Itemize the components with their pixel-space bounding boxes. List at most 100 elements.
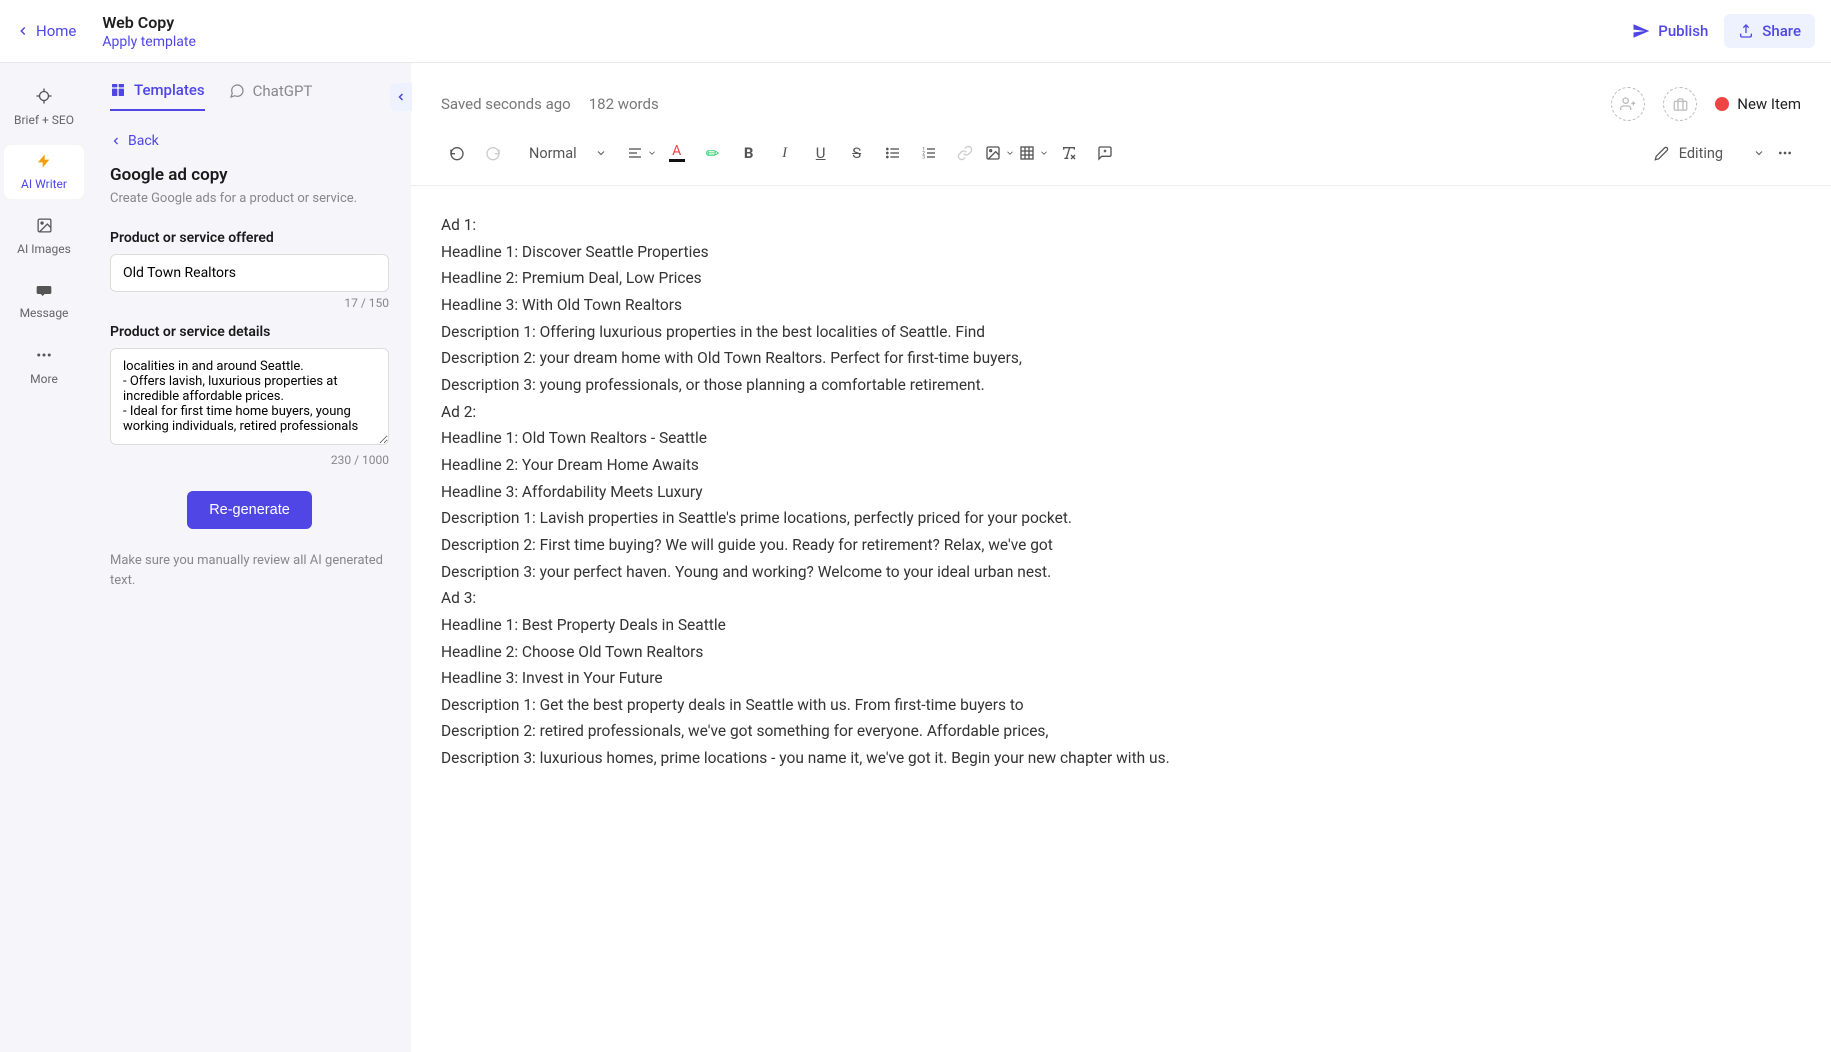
editor-line: Headline 1: Old Town Realtors - Seattle	[441, 425, 1801, 452]
home-link[interactable]: Home	[16, 22, 76, 40]
chevron-down-icon	[1039, 148, 1049, 158]
share-label: Share	[1762, 22, 1801, 40]
highlight-button[interactable]: ✎	[697, 137, 729, 169]
editor-line: Description 3: your perfect haven. Young…	[441, 559, 1801, 586]
toolbar: Normal A ✎ B I U S 123	[411, 135, 1831, 186]
editor-line: Description 3: young professionals, or t…	[441, 372, 1801, 399]
tab-label: ChatGPT	[253, 82, 313, 100]
paragraph-style-label: Normal	[529, 145, 577, 162]
nav-message[interactable]: Message	[4, 274, 84, 328]
chevron-down-icon	[1005, 148, 1015, 158]
nav-ai-images[interactable]: AI Images	[4, 209, 84, 264]
nav-label: AI Writer	[21, 177, 67, 191]
briefcase-icon	[1673, 97, 1688, 112]
editor-line: Headline 3: With Old Town Realtors	[441, 292, 1801, 319]
list-ol-icon: 123	[921, 145, 937, 161]
editor-line: Ad 2:	[441, 399, 1801, 426]
editor-line: Description 2: your dream home with Old …	[441, 345, 1801, 372]
clear-format-icon	[1061, 145, 1077, 161]
chevron-left-icon	[395, 91, 407, 103]
mode-label: Editing	[1679, 145, 1723, 162]
chevron-down-icon	[647, 148, 657, 158]
editor-line: Headline 1: Discover Seattle Properties	[441, 239, 1801, 266]
svg-text:3: 3	[922, 154, 925, 160]
collapse-panel-button[interactable]	[390, 83, 412, 111]
italic-button[interactable]: I	[769, 137, 801, 169]
link-button[interactable]	[949, 137, 981, 169]
text-color-icon: A	[669, 144, 685, 162]
image-insert-button[interactable]	[985, 137, 1015, 169]
underline-icon: U	[816, 144, 826, 162]
image-icon	[985, 145, 1001, 161]
numbered-list-button[interactable]: 123	[913, 137, 945, 169]
chevron-down-icon	[595, 147, 607, 159]
bold-button[interactable]: B	[733, 137, 765, 169]
product-details-counter: 230 / 1000	[110, 453, 389, 467]
product-offered-input[interactable]	[110, 254, 389, 292]
clear-format-button[interactable]	[1053, 137, 1085, 169]
editor-line: Description 3: luxurious homes, prime lo…	[441, 745, 1801, 772]
align-button[interactable]	[627, 137, 657, 169]
tab-templates[interactable]: Templates	[110, 81, 205, 111]
review-note: Make sure you manually review all AI gen…	[110, 551, 389, 590]
apply-template-link[interactable]: Apply template	[102, 34, 1632, 50]
page-title: Web Copy	[102, 13, 1632, 32]
nav-label: More	[30, 372, 58, 386]
editor-line: Description 2: retired professionals, we…	[441, 718, 1801, 745]
tab-chatgpt[interactable]: ChatGPT	[229, 82, 313, 110]
editor-line: Description 2: First time buying? We wil…	[441, 532, 1801, 559]
strikethrough-button[interactable]: S	[841, 137, 873, 169]
nav-more[interactable]: More	[4, 338, 84, 394]
status-chip[interactable]: New Item	[1715, 95, 1801, 113]
nav-ai-writer[interactable]: AI Writer	[4, 145, 84, 199]
upload-icon	[1738, 23, 1754, 39]
word-count: 182 words	[589, 95, 659, 113]
chat-icon	[36, 282, 52, 302]
paragraph-style-select[interactable]: Normal	[513, 145, 623, 162]
align-left-icon	[627, 145, 643, 161]
editor-line: Description 1: Lavish properties in Seat…	[441, 505, 1801, 532]
bullet-list-button[interactable]	[877, 137, 909, 169]
redo-button[interactable]	[477, 137, 509, 169]
undo-icon	[449, 145, 465, 161]
header-actions: Publish Share	[1632, 14, 1815, 48]
product-details-input[interactable]	[110, 348, 389, 445]
publish-button[interactable]: Publish	[1632, 22, 1708, 40]
undo-button[interactable]	[441, 137, 473, 169]
nav-brief-seo[interactable]: Brief + SEO	[4, 79, 84, 135]
product-offered-label: Product or service offered	[110, 230, 389, 246]
table-button[interactable]	[1019, 137, 1049, 169]
back-link[interactable]: Back	[110, 133, 389, 149]
template-title: Google ad copy	[110, 165, 389, 185]
editor-line: Headline 3: Affordability Meets Luxury	[441, 479, 1801, 506]
target-icon	[35, 87, 53, 109]
text-color-button[interactable]: A	[661, 137, 693, 169]
chevron-left-icon	[110, 135, 122, 147]
nav-label: Brief + SEO	[14, 113, 74, 127]
comment-button[interactable]	[1089, 137, 1121, 169]
tab-label: Templates	[134, 81, 205, 99]
editor-statusbar: Saved seconds ago 182 words New Item	[411, 63, 1831, 135]
mode-select[interactable]: Editing	[1654, 145, 1765, 162]
calendar-button[interactable]	[1663, 87, 1697, 121]
template-tabs: Templates ChatGPT	[88, 63, 411, 125]
editor-line: Ad 1:	[441, 212, 1801, 239]
editor-line: Ad 3:	[441, 585, 1801, 612]
underline-button[interactable]: U	[805, 137, 837, 169]
editor-line: Headline 3: Invest in Your Future	[441, 665, 1801, 692]
main-area: Brief + SEO AI Writer AI Images Message …	[0, 63, 1831, 1052]
editor-line: Description 1: Offering luxurious proper…	[441, 319, 1801, 346]
more-options-button[interactable]	[1769, 137, 1801, 169]
strikethrough-icon: S	[852, 144, 861, 162]
add-collaborator-button[interactable]	[1611, 87, 1645, 121]
pencil-icon	[1654, 146, 1669, 161]
regenerate-button[interactable]: Re-generate	[187, 491, 312, 529]
editor-content[interactable]: Ad 1:Headline 1: Discover Seattle Proper…	[411, 186, 1831, 798]
dots-icon	[1777, 145, 1793, 161]
share-button[interactable]: Share	[1724, 14, 1815, 48]
editor-line: Headline 2: Your Dream Home Awaits	[441, 452, 1801, 479]
product-offered-counter: 17 / 150	[110, 296, 389, 310]
bold-icon: B	[744, 144, 754, 162]
title-block: Web Copy Apply template	[102, 13, 1632, 50]
editor-line: Headline 2: Choose Old Town Realtors	[441, 639, 1801, 666]
